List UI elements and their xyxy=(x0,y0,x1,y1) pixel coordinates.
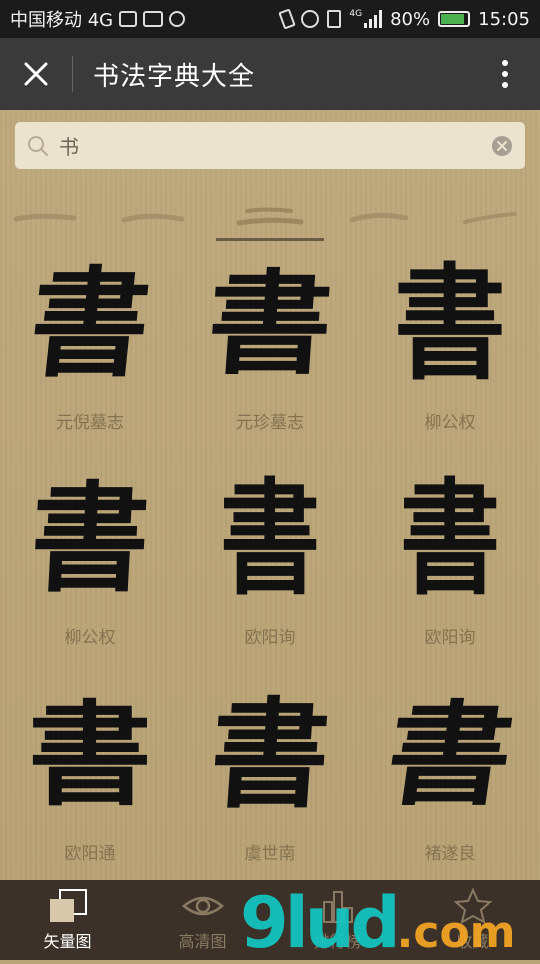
author-label: 褚遂良 xyxy=(424,844,476,864)
close-icon xyxy=(24,62,48,86)
tab-stroke-1[interactable] xyxy=(0,198,90,238)
brush-stroke-icon xyxy=(463,212,517,224)
author-label: 柳公权 xyxy=(64,628,116,648)
calligraphy-glyph: 書 xyxy=(27,469,153,608)
status-bar: 中国移动 4G 4G 80% 15:05 xyxy=(0,0,540,38)
watermark-text: 9lud xyxy=(240,882,401,964)
sim-icon xyxy=(327,10,342,28)
network-badge: 4G xyxy=(349,9,363,19)
author-label: 欧阳通 xyxy=(64,844,116,864)
vector-squares-icon xyxy=(49,889,87,922)
search-bar[interactable]: 书 xyxy=(15,122,525,169)
author-label: 元珍墓志 xyxy=(236,413,304,433)
vibrate-icon xyxy=(278,8,297,30)
app-bar: 书法字典大全 xyxy=(0,38,540,110)
calligraphy-glyph: 書 xyxy=(28,688,152,821)
battery-percent: 80% xyxy=(390,8,431,30)
calligraphy-glyph: 書 xyxy=(219,465,321,612)
author-label: 欧阳询 xyxy=(244,628,296,648)
character-card[interactable]: 書 虞世南 xyxy=(180,685,360,906)
tab-stroke-5[interactable] xyxy=(445,198,535,238)
watermark-suffix: .com xyxy=(396,907,516,958)
character-card[interactable]: 書 柳公权 xyxy=(360,260,540,475)
brush-stroke-icon xyxy=(236,207,304,226)
tab-indicator xyxy=(216,238,324,241)
calligraphy-glyph: 書 xyxy=(203,257,337,390)
tab-stroke-3[interactable] xyxy=(225,198,315,238)
more-button[interactable] xyxy=(470,38,540,110)
clear-icon[interactable] xyxy=(491,135,513,157)
character-card[interactable]: 書 欧阳通 xyxy=(0,691,180,906)
brush-stroke-icon xyxy=(13,213,77,222)
image-icon xyxy=(119,11,138,27)
tab-stroke-2[interactable] xyxy=(108,198,198,238)
close-button[interactable] xyxy=(0,38,72,110)
character-card[interactable]: 書 欧阳询 xyxy=(360,475,540,690)
character-card[interactable]: 書 褚遂良 xyxy=(360,689,540,906)
calligraphy-glyph: 書 xyxy=(206,685,334,824)
carrier-text: 中国移动 4G xyxy=(10,10,114,31)
author-label: 元倪墓志 xyxy=(56,413,124,433)
search-input[interactable]: 书 xyxy=(59,131,491,160)
search-icon xyxy=(28,135,48,156)
author-label: 虞世南 xyxy=(244,844,296,864)
character-card[interactable]: 書 元倪墓志 xyxy=(0,254,180,475)
signal-icon: 4G xyxy=(349,9,383,28)
brush-stroke-icon xyxy=(121,213,185,223)
author-label: 欧阳询 xyxy=(424,628,476,648)
character-card[interactable]: 書 元珍墓志 xyxy=(180,258,360,475)
battery-icon xyxy=(438,11,471,27)
content-area: 书 書 元倪墓志 書 元珍墓志 書 柳公权 書 柳公权 書 欧阳询 書 欧阳询 … xyxy=(0,110,540,880)
brush-stroke-icon xyxy=(349,212,409,223)
alarm-icon xyxy=(301,10,320,28)
character-card[interactable]: 書 欧阳询 xyxy=(180,475,360,690)
page-title: 书法字典大全 xyxy=(93,61,256,92)
more-vertical-icon xyxy=(502,60,508,88)
character-card[interactable]: 書 柳公权 xyxy=(0,469,180,690)
clock-text: 15:05 xyxy=(478,8,530,30)
calligraphy-glyph: 書 xyxy=(393,250,507,397)
author-label: 柳公权 xyxy=(424,413,476,433)
keyboard-icon xyxy=(143,11,164,27)
calligraphy-glyph: 書 xyxy=(378,688,522,821)
eye-icon xyxy=(181,896,224,916)
calligraphy-glyph: 書 xyxy=(23,254,157,393)
stroke-tabs xyxy=(0,198,540,244)
notification-icon xyxy=(169,11,186,27)
nav-label: 矢量图 xyxy=(43,932,92,951)
nav-label: 高清图 xyxy=(178,932,227,951)
site-watermark: 9lud.com xyxy=(240,888,516,958)
calligraphy-glyph: 書 xyxy=(399,465,501,612)
nav-vector[interactable]: 矢量图 xyxy=(0,880,135,960)
tab-stroke-4[interactable] xyxy=(336,198,426,238)
